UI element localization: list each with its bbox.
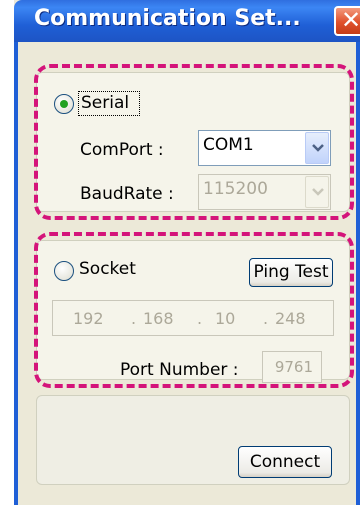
close-icon: ✕ <box>340 6 360 34</box>
ip-octet-4: 248 <box>275 309 306 328</box>
ip-octet-3: 10 <box>215 309 236 328</box>
ip-dot-1: . <box>131 309 137 328</box>
radio-selected-dot <box>60 100 68 108</box>
comport-dropdown-button[interactable] <box>305 132 329 164</box>
connect-button[interactable]: Connect <box>238 446 332 478</box>
ping-test-button[interactable]: Ping Test <box>249 258 333 287</box>
window-frame-left <box>14 42 18 505</box>
connect-label: Connect <box>249 452 321 472</box>
close-button[interactable]: ✕ <box>334 6 360 36</box>
communication-settings-window: Communication Set... ✕ Serial ComPort : … <box>0 0 360 505</box>
port-number-field[interactable]: 9761 <box>262 351 322 383</box>
ip-dot-2: . <box>197 309 203 328</box>
ip-dot-3: . <box>263 309 269 328</box>
comport-select[interactable]: COM1 <box>198 130 331 166</box>
baudrate-value: 115200 <box>203 179 268 199</box>
ip-address-field[interactable]: 192 . 168 . 10 . 248 <box>52 300 334 336</box>
socket-radio[interactable] <box>54 261 74 281</box>
title-bar[interactable]: Communication Set... ✕ <box>14 0 360 42</box>
ping-test-label: Ping Test <box>253 262 329 282</box>
socket-radio-label[interactable]: Socket <box>79 259 136 279</box>
baudrate-dropdown-button[interactable] <box>305 176 329 208</box>
ip-octet-1: 192 <box>73 309 104 328</box>
comport-label: ComPort : <box>80 140 164 160</box>
port-number-label: Port Number : <box>120 360 239 380</box>
chevron-down-icon <box>312 188 324 196</box>
chevron-down-icon <box>312 144 324 152</box>
ip-octet-2: 168 <box>143 309 174 328</box>
baudrate-select[interactable]: 115200 <box>198 174 331 210</box>
window-title: Communication Set... <box>34 6 301 31</box>
window-frame-right <box>356 42 360 505</box>
baudrate-label: BaudRate : <box>80 184 174 204</box>
comport-value: COM1 <box>203 135 254 155</box>
port-number-value: 9761 <box>274 358 313 376</box>
serial-radio-label[interactable]: Serial <box>81 93 129 113</box>
background <box>0 0 14 505</box>
serial-radio[interactable] <box>54 94 74 114</box>
